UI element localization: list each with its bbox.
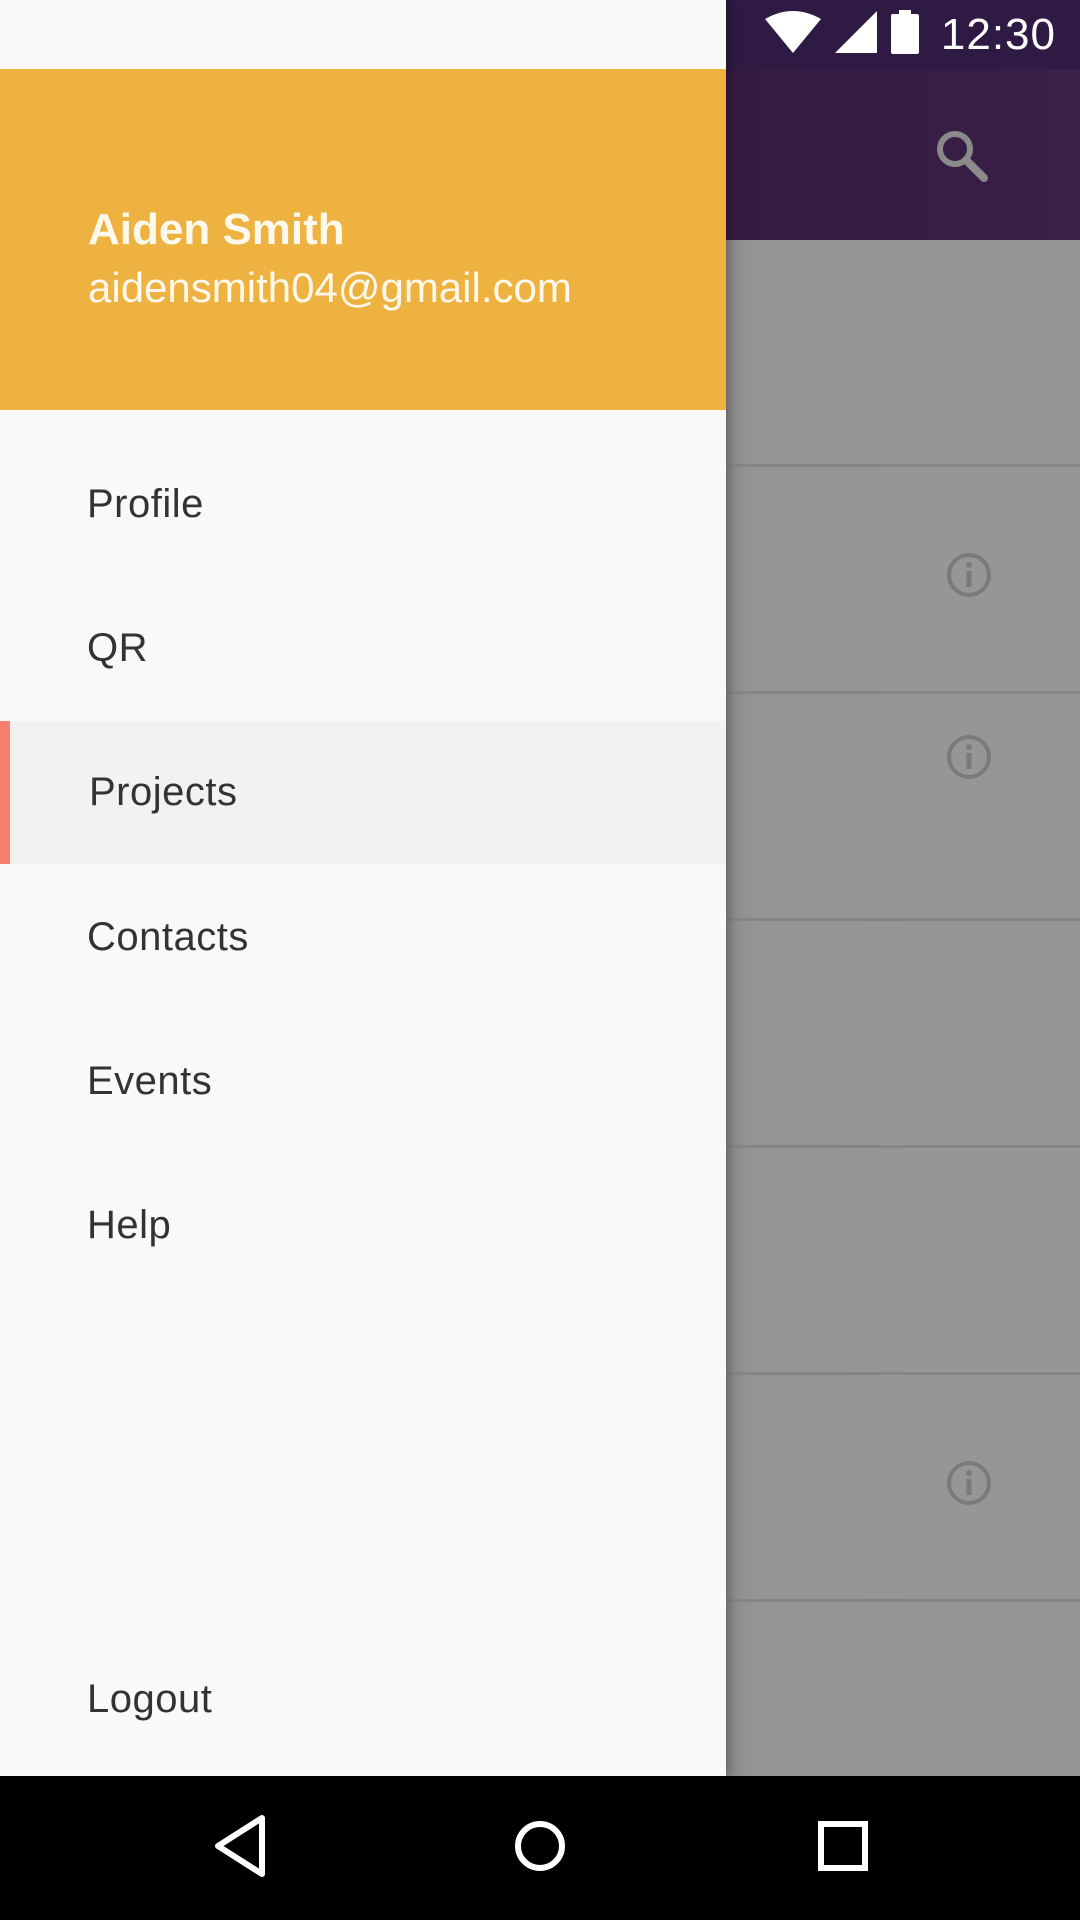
list-item[interactable] [726, 1148, 1080, 1375]
logout-label: Logout [87, 1677, 213, 1721]
app-toolbar [726, 69, 1080, 240]
home-button[interactable] [495, 1803, 585, 1893]
user-name: Aiden Smith [88, 205, 345, 254]
home-icon [512, 1818, 568, 1879]
app-list [726, 240, 1080, 1829]
drawer-item-events[interactable]: Events [0, 1010, 726, 1153]
info-icon[interactable] [945, 733, 993, 781]
drawer-item-profile[interactable]: Profile [0, 433, 726, 576]
search-button[interactable] [926, 122, 996, 192]
drawer-item-help[interactable]: Help [0, 1154, 726, 1297]
list-item[interactable] [726, 921, 1080, 1148]
drawer-item-label: Contacts [87, 915, 249, 959]
battery-icon [890, 10, 919, 59]
cell-signal-icon [834, 11, 877, 58]
search-icon [933, 127, 989, 188]
back-button[interactable] [195, 1803, 285, 1893]
navigation-drawer: Aiden Smith aidensmith04@gmail.com Profi… [0, 0, 726, 1776]
drawer-item-contacts[interactable]: Contacts [0, 866, 726, 1009]
info-icon[interactable] [945, 551, 993, 599]
info-icon[interactable] [945, 1459, 993, 1507]
drawer-item-label: QR [87, 626, 148, 670]
list-item[interactable] [726, 240, 1080, 467]
list-item[interactable] [726, 467, 1080, 694]
status-icons: 12:30 [764, 0, 1056, 69]
drawer-header: Aiden Smith aidensmith04@gmail.com [0, 69, 726, 410]
drawer-item-label: Projects [89, 770, 238, 814]
wifi-icon [764, 11, 821, 58]
drawer-item-projects[interactable]: Projects [0, 721, 726, 864]
drawer-item-qr[interactable]: QR [0, 577, 726, 720]
list-item[interactable] [726, 1375, 1080, 1602]
list-item[interactable] [726, 694, 1080, 921]
back-icon [210, 1813, 270, 1884]
drawer-item-label: Help [87, 1203, 172, 1247]
drawer-item-label: Events [87, 1059, 213, 1103]
recents-icon [818, 1820, 868, 1876]
status-time: 12:30 [940, 9, 1056, 59]
user-email: aidensmith04@gmail.com [88, 264, 572, 311]
system-navigation-bar [0, 1776, 1080, 1920]
drawer-item-label: Profile [87, 482, 204, 526]
logout-button[interactable]: Logout [0, 1628, 726, 1771]
recents-button[interactable] [798, 1803, 888, 1893]
